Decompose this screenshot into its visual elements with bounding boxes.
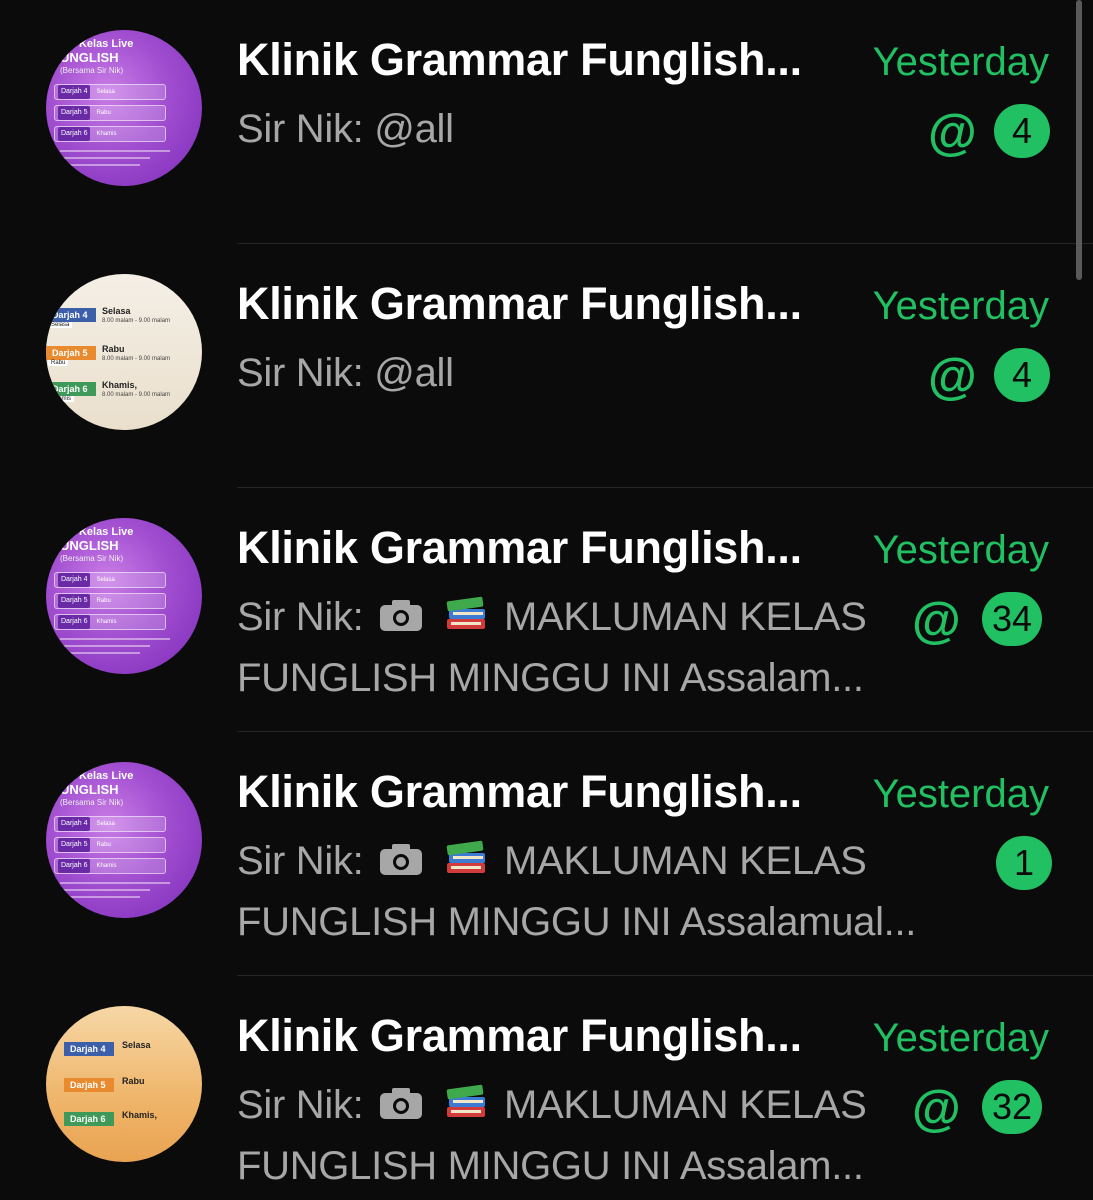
avatar-schedule-row: Darjah 4 Selasa bbox=[54, 572, 166, 588]
mention-icon: @ bbox=[912, 592, 961, 648]
avatar-schedule-row: Darjah 6 Khamis bbox=[54, 858, 166, 874]
avatar-schedule-row: Darjah 5 Rabu bbox=[54, 837, 166, 853]
unread-badge: 34 bbox=[982, 592, 1043, 646]
unread-badge: 4 bbox=[994, 104, 1050, 158]
avatar-line2: UNGLISH bbox=[60, 50, 119, 65]
camera-icon bbox=[378, 1078, 424, 1136]
avatar-footnote bbox=[60, 889, 150, 891]
chat-time: Yesterday bbox=[872, 772, 1049, 816]
preview-sender: Sir Nik: bbox=[237, 595, 364, 639]
unread-badge: 4 bbox=[994, 348, 1050, 402]
group-avatar[interactable]: ual Kelas Live UNGLISH (Bersama Sir Nik)… bbox=[46, 762, 202, 918]
preview-line2: FUNGLISH MINGGU INI Assalamual... bbox=[237, 900, 917, 945]
avatar-schedule-row: Darjah 5 Rabu bbox=[46, 1074, 202, 1102]
chat-preview: Sir Nik: MAKLUMAN KELAS FUNGLISH MINGGU … bbox=[237, 588, 917, 707]
preview-line2: FUNGLISH MINGGU INI Assalam... bbox=[237, 656, 864, 701]
avatar-footnote bbox=[60, 896, 140, 898]
chat-time: Yesterday bbox=[872, 528, 1049, 572]
avatar-line2: UNGLISH bbox=[60, 782, 119, 797]
preview-text: MAKLUMAN KELAS bbox=[503, 839, 867, 883]
avatar-schedule-row: Darjah 6 Khamis bbox=[54, 126, 166, 142]
chat-preview: Sir Nik: MAKLUMAN KELAS FUNGLISH MINGGU … bbox=[237, 832, 977, 951]
avatar-footnote bbox=[60, 638, 170, 640]
group-avatar[interactable]: ual Kelas Live UNGLISH (Bersama Sir Nik)… bbox=[46, 30, 202, 186]
avatar-footnote bbox=[60, 164, 140, 166]
avatar-footnote bbox=[60, 882, 170, 884]
mention-icon: @ bbox=[928, 104, 977, 160]
preview-text: MAKLUMAN KELAS bbox=[503, 595, 867, 639]
chat-title: Klinik Grammar Funglish... bbox=[237, 278, 802, 329]
group-avatar[interactable]: Darjah 4 Selasa 8.00 malam - 9.00 malam … bbox=[46, 274, 202, 430]
unread-badge: 32 bbox=[982, 1080, 1043, 1134]
group-avatar[interactable]: ual Kelas Live UNGLISH (Bersama Sir Nik)… bbox=[46, 518, 202, 674]
chat-row[interactable]: Darjah 4 Selasa 8.00 malam - 9.00 malam … bbox=[0, 244, 1093, 488]
avatar-line3: (Bersama Sir Nik) bbox=[60, 798, 124, 807]
mention-icon: @ bbox=[912, 1080, 961, 1136]
preview-line2: FUNGLISH MINGGU INI Assalam... bbox=[237, 1144, 864, 1189]
scrollbar[interactable] bbox=[1076, 0, 1082, 280]
chat-title: Klinik Grammar Funglish... bbox=[237, 34, 802, 85]
chat-row[interactable]: ual Kelas Live UNGLISH (Bersama Sir Nik)… bbox=[0, 488, 1093, 732]
camera-icon bbox=[378, 834, 424, 892]
chat-preview: Sir Nik: MAKLUMAN KELAS FUNGLISH MINGGU … bbox=[237, 1076, 917, 1195]
preview-text: MAKLUMAN KELAS bbox=[503, 1083, 867, 1127]
chat-list: ual Kelas Live UNGLISH (Bersama Sir Nik)… bbox=[0, 0, 1093, 1200]
chat-time: Yesterday bbox=[872, 40, 1049, 84]
chat-time: Yesterday bbox=[872, 1016, 1049, 1060]
avatar-footnote bbox=[60, 157, 150, 159]
unread-badge: 1 bbox=[996, 836, 1052, 890]
avatar-schedule-row: Darjah 5 Rabu 8.00 malam - 9.00 malam Ra… bbox=[46, 342, 202, 370]
avatar-schedule-row: Darjah 4 Selasa bbox=[54, 816, 166, 832]
chat-title: Klinik Grammar Funglish... bbox=[237, 1010, 802, 1061]
avatar-footnote bbox=[60, 652, 140, 654]
chat-row[interactable]: ual Kelas Live UNGLISH (Bersama Sir Nik)… bbox=[0, 0, 1093, 244]
chat-time: Yesterday bbox=[872, 284, 1049, 328]
avatar-footnote bbox=[60, 150, 170, 152]
avatar-footnote bbox=[60, 645, 150, 647]
avatar-schedule-row: Darjah 5 Rabu bbox=[54, 593, 166, 609]
chat-title: Klinik Grammar Funglish... bbox=[237, 522, 802, 573]
books-icon bbox=[443, 1077, 489, 1137]
chat-preview: Sir Nik: @all bbox=[237, 351, 454, 395]
mention-icon: @ bbox=[928, 348, 977, 404]
avatar-line3: (Bersama Sir Nik) bbox=[60, 554, 124, 563]
books-icon bbox=[443, 833, 489, 893]
chat-title: Klinik Grammar Funglish... bbox=[237, 766, 802, 817]
group-avatar[interactable]: Darjah 4 Selasa Darjah 5 Rabu Darjah 6 K… bbox=[46, 1006, 202, 1162]
camera-icon bbox=[378, 590, 424, 648]
chat-row[interactable]: ual Kelas Live UNGLISH (Bersama Sir Nik)… bbox=[0, 732, 1093, 976]
preview-sender: Sir Nik: bbox=[237, 839, 364, 883]
avatar-line2: UNGLISH bbox=[60, 538, 119, 553]
preview-sender: Sir Nik: bbox=[237, 1083, 364, 1127]
avatar-schedule-row: Darjah 5 Rabu bbox=[54, 105, 166, 121]
avatar-schedule-row: Darjah 6 Khamis, 8.00 malam - 9.00 malam… bbox=[46, 378, 202, 406]
avatar-schedule-row: Darjah 4 Selasa 8.00 malam - 9.00 malam … bbox=[46, 304, 202, 332]
avatar-schedule-row: Darjah 6 Khamis, bbox=[46, 1108, 202, 1136]
books-icon bbox=[443, 589, 489, 649]
avatar-schedule-row: Darjah 6 Khamis bbox=[54, 614, 166, 630]
avatar-schedule-row: Darjah 4 Selasa bbox=[46, 1038, 202, 1066]
avatar-schedule-row: Darjah 4 Selasa bbox=[54, 84, 166, 100]
chat-row[interactable]: Darjah 4 Selasa Darjah 5 Rabu Darjah 6 K… bbox=[0, 976, 1093, 1200]
chat-preview: Sir Nik: @all bbox=[237, 107, 454, 151]
avatar-line3: (Bersama Sir Nik) bbox=[60, 66, 124, 75]
